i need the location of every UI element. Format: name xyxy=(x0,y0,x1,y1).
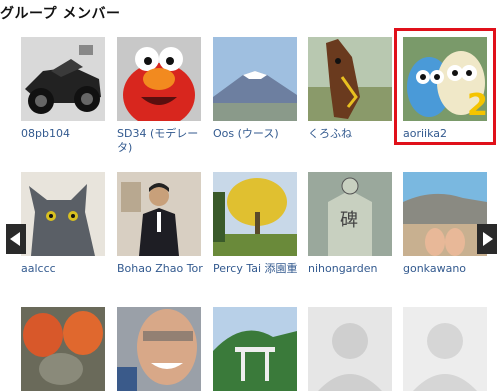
member-photo[interactable] xyxy=(21,307,105,391)
selected-member-highlight xyxy=(394,28,496,145)
chevron-left-icon xyxy=(10,232,22,246)
member-name[interactable]: Bohao Zhao Tor xyxy=(117,262,213,276)
next-page-button[interactable] xyxy=(477,224,497,254)
member-photo[interactable] xyxy=(213,172,297,256)
member-photo[interactable] xyxy=(117,37,201,121)
member-photo[interactable] xyxy=(403,307,487,391)
member-photo[interactable] xyxy=(213,307,297,391)
member-name[interactable]: gonkawano xyxy=(403,262,499,276)
chevron-right-icon xyxy=(481,232,493,246)
member-photo[interactable] xyxy=(213,37,297,121)
member-photo[interactable]: 碑 xyxy=(308,172,392,256)
member-name[interactable]: nihongarden xyxy=(308,262,404,276)
member-name[interactable]: 08pb104 xyxy=(21,127,117,141)
member-photo[interactable] xyxy=(308,307,392,391)
member-name[interactable]: Oos (ウース) xyxy=(213,127,309,141)
member-name[interactable]: aalccc xyxy=(21,262,117,276)
member-photo[interactable] xyxy=(403,172,487,256)
member-photo[interactable] xyxy=(117,172,201,256)
member-photo[interactable] xyxy=(117,307,201,391)
member-name[interactable]: Percy Tai 添園重 xyxy=(213,262,309,276)
member-grid: 08pb104 SD34 (モデレータ) Oos (ウース) くろふね 2 ao… xyxy=(0,0,500,391)
member-name[interactable]: SD34 (モデレータ) xyxy=(117,127,207,155)
member-photo[interactable] xyxy=(308,37,392,121)
member-name[interactable]: くろふね xyxy=(308,127,404,141)
prev-page-button[interactable] xyxy=(6,224,26,254)
svg-text:碑: 碑 xyxy=(340,210,358,231)
member-photo[interactable] xyxy=(21,37,105,121)
member-photo[interactable] xyxy=(21,172,105,256)
